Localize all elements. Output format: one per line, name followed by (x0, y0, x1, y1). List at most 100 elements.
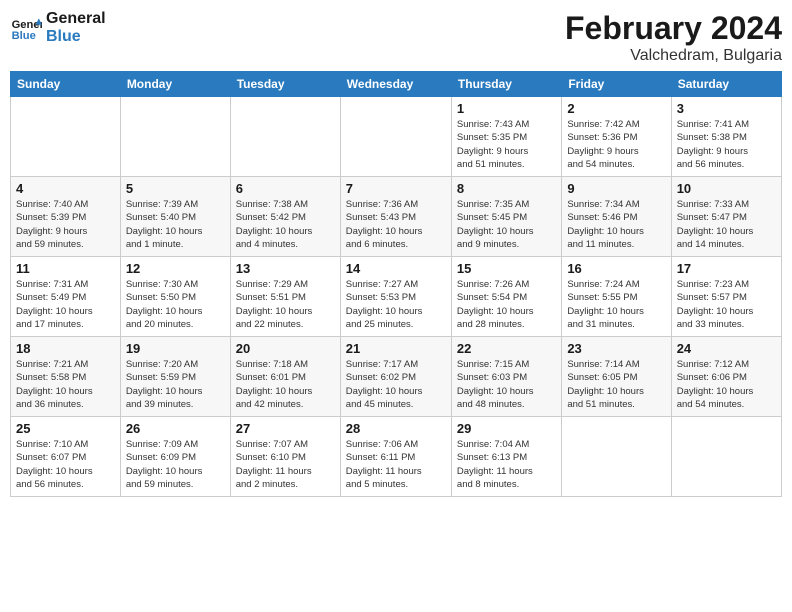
day-cell: 5 Sunrise: 7:39 AM Sunset: 5:40 PM Daylig… (120, 177, 230, 257)
day-cell: 28 Sunrise: 7:06 AM Sunset: 6:11 PM Dayli… (340, 417, 451, 497)
day-number: 3 (677, 101, 776, 116)
day-number: 16 (567, 261, 665, 276)
day-number: 2 (567, 101, 665, 116)
day-info: Sunrise: 7:09 AM Sunset: 6:09 PM Dayligh… (126, 438, 225, 491)
day-info: Sunrise: 7:35 AM Sunset: 5:45 PM Dayligh… (457, 198, 556, 251)
day-number: 22 (457, 341, 556, 356)
day-number: 18 (16, 341, 115, 356)
day-info: Sunrise: 7:36 AM Sunset: 5:43 PM Dayligh… (346, 198, 446, 251)
day-info: Sunrise: 7:24 AM Sunset: 5:55 PM Dayligh… (567, 278, 665, 331)
day-number: 10 (677, 181, 776, 196)
day-number: 5 (126, 181, 225, 196)
day-number: 8 (457, 181, 556, 196)
day-cell (11, 97, 121, 177)
day-number: 6 (236, 181, 335, 196)
day-cell (340, 97, 451, 177)
day-cell: 20 Sunrise: 7:18 AM Sunset: 6:01 PM Dayli… (230, 337, 340, 417)
day-info: Sunrise: 7:43 AM Sunset: 5:35 PM Dayligh… (457, 118, 556, 171)
day-cell: 2Sunrise: 7:42 AM Sunset: 5:36 PM Daylig… (562, 97, 671, 177)
day-cell: 26 Sunrise: 7:09 AM Sunset: 6:09 PM Dayli… (120, 417, 230, 497)
day-cell: 16 Sunrise: 7:24 AM Sunset: 5:55 PM Dayli… (562, 257, 671, 337)
day-cell: 21Sunrise: 7:17 AM Sunset: 6:02 PM Dayli… (340, 337, 451, 417)
logo-icon: General Blue (10, 12, 42, 44)
day-number: 4 (16, 181, 115, 196)
day-info: Sunrise: 7:23 AM Sunset: 5:57 PM Dayligh… (677, 278, 776, 331)
day-cell: 9Sunrise: 7:34 AM Sunset: 5:46 PM Daylig… (562, 177, 671, 257)
day-cell: 24Sunrise: 7:12 AM Sunset: 6:06 PM Dayli… (671, 337, 781, 417)
title-block: February 2024 Valchedram, Bulgaria (565, 10, 782, 65)
day-info: Sunrise: 7:07 AM Sunset: 6:10 PM Dayligh… (236, 438, 335, 491)
day-cell: 1 Sunrise: 7:43 AM Sunset: 5:35 PM Daylig… (451, 97, 561, 177)
day-number: 26 (126, 421, 225, 436)
week-row-3: 11 Sunrise: 7:31 AM Sunset: 5:49 PM Dayli… (11, 257, 782, 337)
day-info: Sunrise: 7:14 AM Sunset: 6:05 PM Dayligh… (567, 358, 665, 411)
day-number: 19 (126, 341, 225, 356)
day-number: 1 (457, 101, 556, 116)
day-number: 29 (457, 421, 556, 436)
day-cell: 19Sunrise: 7:20 AM Sunset: 5:59 PM Dayli… (120, 337, 230, 417)
day-cell: 4 Sunrise: 7:40 AM Sunset: 5:39 PM Daylig… (11, 177, 121, 257)
svg-text:Blue: Blue (12, 30, 36, 42)
day-info: Sunrise: 7:21 AM Sunset: 5:58 PM Dayligh… (16, 358, 115, 411)
week-row-1: 1 Sunrise: 7:43 AM Sunset: 5:35 PM Daylig… (11, 97, 782, 177)
day-info: Sunrise: 7:40 AM Sunset: 5:39 PM Dayligh… (16, 198, 115, 251)
day-cell: 7Sunrise: 7:36 AM Sunset: 5:43 PM Daylig… (340, 177, 451, 257)
logo-general: General (46, 10, 106, 28)
day-cell: 27 Sunrise: 7:07 AM Sunset: 6:10 PM Dayli… (230, 417, 340, 497)
day-number: 28 (346, 421, 446, 436)
day-cell: 25 Sunrise: 7:10 AM Sunset: 6:07 PM Dayli… (11, 417, 121, 497)
weekday-header-wednesday: Wednesday (340, 72, 451, 97)
day-info: Sunrise: 7:31 AM Sunset: 5:49 PM Dayligh… (16, 278, 115, 331)
weekday-header-monday: Monday (120, 72, 230, 97)
day-info: Sunrise: 7:30 AM Sunset: 5:50 PM Dayligh… (126, 278, 225, 331)
day-cell: 29 Sunrise: 7:04 AM Sunset: 6:13 PM Dayli… (451, 417, 561, 497)
day-number: 20 (236, 341, 335, 356)
day-cell: 6 Sunrise: 7:38 AM Sunset: 5:42 PM Daylig… (230, 177, 340, 257)
day-info: Sunrise: 7:26 AM Sunset: 5:54 PM Dayligh… (457, 278, 556, 331)
day-number: 14 (346, 261, 446, 276)
page-header: General Blue General Blue February 2024 … (10, 10, 782, 65)
day-cell: 14 Sunrise: 7:27 AM Sunset: 5:53 PM Dayli… (340, 257, 451, 337)
day-info: Sunrise: 7:39 AM Sunset: 5:40 PM Dayligh… (126, 198, 225, 251)
day-cell (562, 417, 671, 497)
weekday-header-friday: Friday (562, 72, 671, 97)
week-row-5: 25 Sunrise: 7:10 AM Sunset: 6:07 PM Dayli… (11, 417, 782, 497)
calendar-table: SundayMondayTuesdayWednesdayThursdayFrid… (10, 71, 782, 497)
day-cell: 22 Sunrise: 7:15 AM Sunset: 6:03 PM Dayli… (451, 337, 561, 417)
day-number: 9 (567, 181, 665, 196)
location-subtitle: Valchedram, Bulgaria (565, 47, 782, 65)
day-cell: 18 Sunrise: 7:21 AM Sunset: 5:58 PM Dayli… (11, 337, 121, 417)
day-info: Sunrise: 7:10 AM Sunset: 6:07 PM Dayligh… (16, 438, 115, 491)
day-number: 11 (16, 261, 115, 276)
day-cell (120, 97, 230, 177)
day-cell: 13Sunrise: 7:29 AM Sunset: 5:51 PM Dayli… (230, 257, 340, 337)
day-info: Sunrise: 7:18 AM Sunset: 6:01 PM Dayligh… (236, 358, 335, 411)
day-number: 23 (567, 341, 665, 356)
day-number: 25 (16, 421, 115, 436)
day-info: Sunrise: 7:04 AM Sunset: 6:13 PM Dayligh… (457, 438, 556, 491)
day-number: 15 (457, 261, 556, 276)
weekday-header-tuesday: Tuesday (230, 72, 340, 97)
day-cell: 8 Sunrise: 7:35 AM Sunset: 5:45 PM Daylig… (451, 177, 561, 257)
day-info: Sunrise: 7:38 AM Sunset: 5:42 PM Dayligh… (236, 198, 335, 251)
day-cell: 12Sunrise: 7:30 AM Sunset: 5:50 PM Dayli… (120, 257, 230, 337)
day-number: 24 (677, 341, 776, 356)
weekday-header-sunday: Sunday (11, 72, 121, 97)
day-info: Sunrise: 7:06 AM Sunset: 6:11 PM Dayligh… (346, 438, 446, 491)
day-cell: 11 Sunrise: 7:31 AM Sunset: 5:49 PM Dayli… (11, 257, 121, 337)
day-cell (671, 417, 781, 497)
day-info: Sunrise: 7:27 AM Sunset: 5:53 PM Dayligh… (346, 278, 446, 331)
day-cell: 23 Sunrise: 7:14 AM Sunset: 6:05 PM Dayli… (562, 337, 671, 417)
day-cell: 3Sunrise: 7:41 AM Sunset: 5:38 PM Daylig… (671, 97, 781, 177)
day-info: Sunrise: 7:29 AM Sunset: 5:51 PM Dayligh… (236, 278, 335, 331)
weekday-header-row: SundayMondayTuesdayWednesdayThursdayFrid… (11, 72, 782, 97)
day-info: Sunrise: 7:17 AM Sunset: 6:02 PM Dayligh… (346, 358, 446, 411)
day-cell (230, 97, 340, 177)
day-cell: 15 Sunrise: 7:26 AM Sunset: 5:54 PM Dayli… (451, 257, 561, 337)
weekday-header-thursday: Thursday (451, 72, 561, 97)
month-title: February 2024 (565, 10, 782, 47)
day-info: Sunrise: 7:15 AM Sunset: 6:03 PM Dayligh… (457, 358, 556, 411)
day-number: 17 (677, 261, 776, 276)
svg-text:General: General (12, 19, 42, 31)
day-number: 27 (236, 421, 335, 436)
